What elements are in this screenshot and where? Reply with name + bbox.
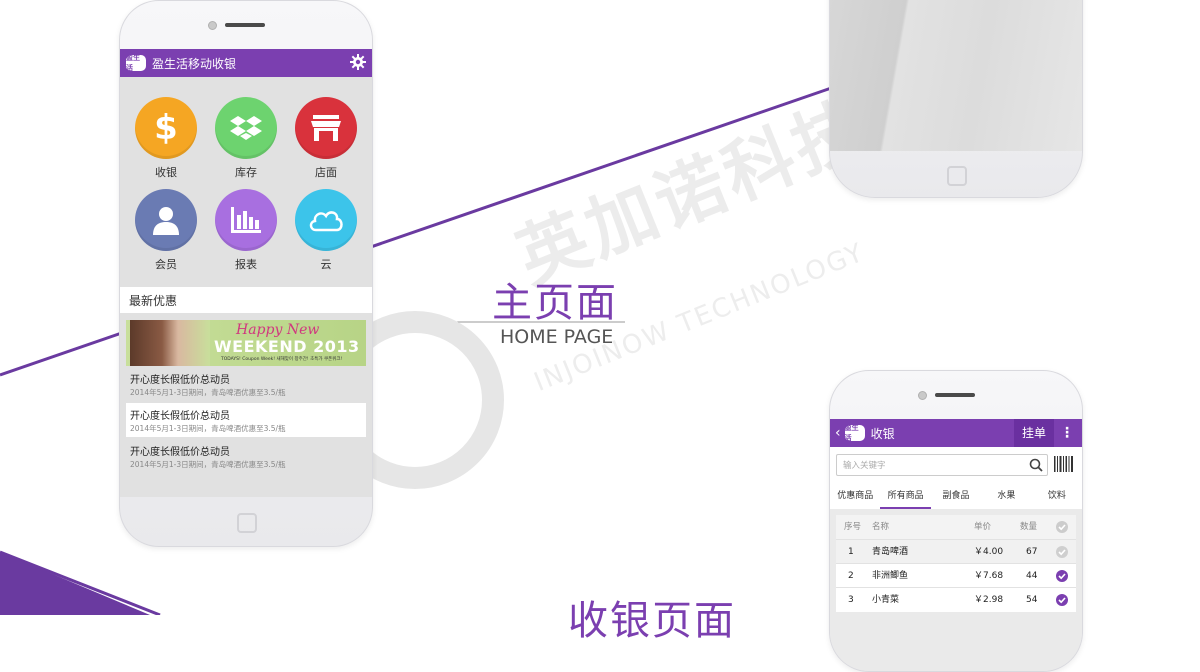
promo-banner[interactable]: Happy New WEEKEND 2013 TODAYS! Coupon We… xyxy=(126,320,366,366)
bottom-section-title: 收银页面 xyxy=(568,598,736,644)
home-phone: 盈生活 盈生活移动收银 $ 收银 库存 店面 会员 报表 云 最新优惠 Happ… xyxy=(119,0,373,547)
function-label: 收银 xyxy=(155,166,177,179)
row-check-icon[interactable] xyxy=(1056,546,1068,558)
app-title: 盈生活移动收银 xyxy=(152,56,237,71)
category-tabs: 优惠商品 所有商品 副食品 水果 饮料 xyxy=(830,483,1082,509)
cloud-icon xyxy=(295,189,357,251)
search-bar: 输入关键字 xyxy=(830,447,1082,483)
function-report[interactable]: 报表 xyxy=(206,189,286,272)
app-logo: 盈生活 xyxy=(844,424,865,442)
col-qty: 数量 xyxy=(1020,522,1038,532)
table-header: 序号 名称 单价 数量 xyxy=(836,515,1076,539)
row-no: 2 xyxy=(848,571,854,581)
phone-speaker xyxy=(225,23,265,27)
row-qty: 44 xyxy=(1026,571,1038,581)
search-input[interactable]: 输入关键字 xyxy=(836,454,1048,476)
table-row[interactable]: 2 非洲鲫鱼 ￥7.68 44 xyxy=(836,563,1076,588)
row-no: 3 xyxy=(848,595,854,605)
row-name: 非洲鲫鱼 xyxy=(872,571,909,581)
col-no: 序号 xyxy=(844,522,862,532)
promo-title: 开心度长假低价总动员 xyxy=(130,447,230,458)
function-label: 店面 xyxy=(315,166,337,179)
cash-header: ‹ 盈生活 收银 挂单 ⋮ xyxy=(830,419,1082,447)
home-button[interactable] xyxy=(947,166,967,186)
function-label: 库存 xyxy=(235,166,257,179)
section-title-en: HOME PAGE xyxy=(500,326,614,348)
box-icon xyxy=(215,97,277,159)
storefront-icon xyxy=(295,97,357,159)
row-no: 1 xyxy=(848,547,854,557)
back-icon[interactable]: ‹ xyxy=(835,425,841,441)
select-all-check-icon[interactable] xyxy=(1056,521,1068,533)
cash-title: 收银 xyxy=(870,426,895,441)
promo-item[interactable]: 开心度长假低价总动员 2014年5月1-3日期间，青岛啤酒优惠至3.5/瓶 xyxy=(126,439,366,473)
search-placeholder: 输入关键字 xyxy=(843,461,886,471)
phone-camera xyxy=(208,21,217,30)
promo-title: 开心度长假低价总动员 xyxy=(130,375,230,386)
function-member[interactable]: 会员 xyxy=(126,189,206,272)
app-logo: 盈生活 xyxy=(126,54,146,72)
table-row[interactable]: 1 青岛啤酒 ￥4.00 67 xyxy=(836,539,1076,564)
dollar-icon: $ xyxy=(135,97,197,159)
phone-speaker xyxy=(935,393,975,397)
function-cash[interactable]: $ 收银 xyxy=(126,97,206,180)
cash-screen: ‹ 盈生活 收银 挂单 ⋮ 输入关键字 优惠商品 所有商品 副食品 水果 饮料 … xyxy=(830,419,1082,671)
col-name: 名称 xyxy=(872,522,890,532)
cash-phone: ‹ 盈生活 收银 挂单 ⋮ 输入关键字 优惠商品 所有商品 副食品 水果 饮料 … xyxy=(829,370,1083,672)
row-qty: 54 xyxy=(1026,595,1038,605)
more-menu-icon[interactable]: ⋮ xyxy=(1060,425,1074,441)
banner-big-text: WEEKEND 2013 xyxy=(214,337,360,356)
partial-phone-top-right xyxy=(829,0,1083,198)
row-name: 小青菜 xyxy=(872,595,900,605)
home-screen: 盈生活 盈生活移动收银 $ 收银 库存 店面 会员 报表 云 最新优惠 Happ… xyxy=(120,49,372,497)
promo-item[interactable]: 开心度长假低价总动员 2014年5月1-3日期间，青岛啤酒优惠至3.5/瓶 xyxy=(126,403,366,437)
function-label: 会员 xyxy=(155,258,177,271)
search-icon[interactable] xyxy=(1029,458,1043,472)
function-stock[interactable]: 库存 xyxy=(206,97,286,180)
col-price: 单价 xyxy=(974,522,992,532)
promo-item[interactable]: 开心度长假低价总动员 2014年5月1-3日期间，青岛啤酒优惠至3.5/瓶 xyxy=(126,367,366,401)
tab-discount[interactable]: 优惠商品 xyxy=(830,483,880,509)
table-row[interactable]: 3 小青菜 ￥2.98 54 xyxy=(836,587,1076,612)
tab-all-products[interactable]: 所有商品 xyxy=(880,483,931,509)
promo-title: 开心度长假低价总动员 xyxy=(130,411,230,422)
function-store[interactable]: 店面 xyxy=(286,97,366,180)
promo-subtitle: 2014年5月1-3日期间，青岛啤酒优惠至3.5/瓶 xyxy=(130,424,286,433)
banner-model-image xyxy=(130,320,210,366)
phone-camera xyxy=(918,391,927,400)
row-name: 青岛啤酒 xyxy=(872,547,909,557)
banner-headline: Happy New xyxy=(236,322,320,338)
tab-drinks[interactable]: 饮料 xyxy=(1032,483,1082,509)
tab-fruit[interactable]: 水果 xyxy=(981,483,1031,509)
home-button[interactable] xyxy=(237,513,257,533)
row-price: ￥7.68 xyxy=(974,571,1004,581)
function-label: 报表 xyxy=(235,258,257,271)
promo-subtitle: 2014年5月1-3日期间，青岛啤酒优惠至3.5/瓶 xyxy=(130,388,286,397)
section-title-cn: 主页面 xyxy=(492,280,618,326)
row-check-icon[interactable] xyxy=(1056,594,1068,606)
function-cloud[interactable]: 云 xyxy=(286,189,366,272)
promo-section-title: 最新优惠 xyxy=(120,287,372,313)
row-price: ￥4.00 xyxy=(974,547,1004,557)
barcode-scan-icon[interactable] xyxy=(1054,456,1074,472)
tab-groceries[interactable]: 副食品 xyxy=(931,483,981,509)
person-icon xyxy=(135,189,197,251)
partial-phone-screen xyxy=(830,0,1082,151)
row-price: ￥2.98 xyxy=(974,595,1004,605)
function-label: 云 xyxy=(320,258,332,271)
bar-chart-icon xyxy=(215,189,277,251)
banner-small-text: TODAYS! Coupon Week! 새해맞이 창주간! 초특가 쿠폰위크! xyxy=(221,357,343,362)
promo-subtitle: 2014年5月1-3日期间，青岛啤酒优惠至3.5/瓶 xyxy=(130,460,286,469)
settings-icon[interactable] xyxy=(350,53,366,73)
row-check-icon[interactable] xyxy=(1056,570,1068,582)
row-qty: 67 xyxy=(1026,547,1038,557)
hold-order-button[interactable]: 挂单 xyxy=(1013,419,1054,447)
app-header: 盈生活 盈生活移动收银 xyxy=(120,49,372,77)
